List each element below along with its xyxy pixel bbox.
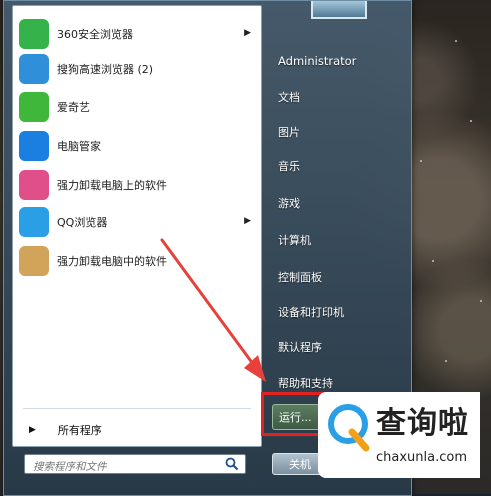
app-label: 爱奇艺	[57, 101, 90, 114]
app-item[interactable]: QQ浏览器 ▶	[15, 205, 259, 239]
watermark-chars: 查询啦	[376, 406, 469, 441]
right-menu-item[interactable]: 设备和打印机	[272, 300, 398, 324]
app-item[interactable]: 360安全浏览器 ▶	[15, 17, 259, 51]
right-menu-item[interactable]: 游戏	[272, 191, 398, 215]
pc-manager-shield-icon	[19, 131, 49, 161]
shutdown-label: 关机	[289, 458, 311, 471]
recycle-box-icon	[19, 246, 49, 276]
submenu-arrow-icon[interactable]: ▶	[244, 216, 251, 226]
app-label: QQ浏览器	[57, 216, 108, 229]
watermark-domain: chaxunla.com	[376, 450, 467, 465]
submenu-arrow-icon[interactable]: ▶	[244, 28, 251, 38]
right-menu-item[interactable]: 计算机	[272, 228, 398, 252]
triangle-right-icon: ▶	[29, 425, 36, 435]
app-label: 360安全浏览器	[57, 28, 133, 41]
user-name[interactable]: Administrator	[272, 49, 398, 73]
app-item[interactable]: 爱奇艺	[15, 90, 259, 124]
app-item[interactable]: 强力卸载电脑中的软件	[15, 244, 259, 278]
right-menu-item[interactable]: 音乐	[272, 154, 398, 178]
uninstall-clover-icon	[19, 170, 49, 200]
watermark-q-logo-icon	[328, 404, 370, 452]
all-programs-button[interactable]: ▶ 所有程序	[21, 419, 253, 441]
user-picture[interactable]	[311, 1, 367, 19]
divider	[23, 408, 251, 409]
search-input[interactable]	[31, 458, 215, 476]
right-menu-item[interactable]: 默认程序	[272, 335, 398, 359]
360-browser-icon	[19, 19, 49, 49]
app-label: 电脑管家	[57, 140, 101, 153]
watermark: 查询啦 chaxunla.com	[318, 392, 480, 478]
app-item[interactable]: 强力卸载电脑上的软件	[15, 168, 259, 202]
search-box[interactable]	[24, 454, 246, 476]
right-menu-item[interactable]: 控制面板	[272, 265, 398, 289]
sogou-browser-icon	[19, 54, 49, 84]
all-programs-label: 所有程序	[57, 424, 102, 437]
right-menu-item[interactable]: 图片	[272, 120, 398, 144]
app-label: 搜狗高速浏览器 (2)	[57, 63, 154, 76]
app-item[interactable]: 搜狗高速浏览器 (2)	[15, 52, 259, 86]
right-menu-item[interactable]: 文档	[272, 85, 398, 109]
programs-pane: 360安全浏览器 ▶ 搜狗高速浏览器 (2) 爱奇艺电脑管家强力卸载电脑上的软件 QQ浏…	[12, 5, 262, 447]
app-item[interactable]: 电脑管家	[15, 129, 259, 163]
iqiyi-icon	[19, 92, 49, 122]
qq-browser-icon	[19, 207, 49, 237]
app-label: 强力卸载电脑上的软件	[57, 179, 167, 192]
app-label: 强力卸载电脑中的软件	[57, 255, 167, 268]
search-icon[interactable]	[225, 457, 239, 471]
